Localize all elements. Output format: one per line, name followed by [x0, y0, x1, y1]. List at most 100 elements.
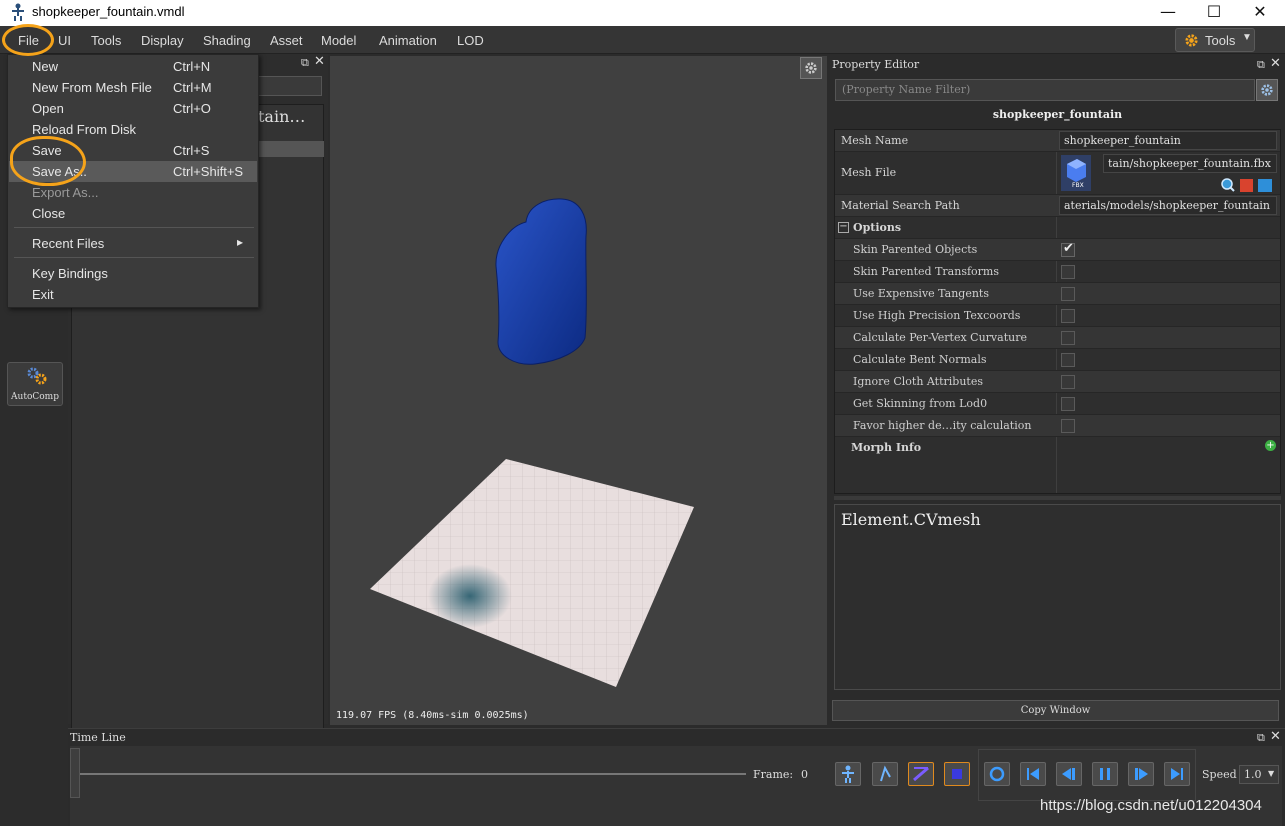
- object-name-title: shopkeeper_fountain: [992, 108, 1123, 121]
- menu-ui[interactable]: UI: [58, 33, 71, 48]
- go-to-start-button[interactable]: [1020, 762, 1046, 786]
- option-label: Skin Parented Objects: [853, 243, 978, 256]
- option-row: Use Expensive Tangents: [835, 283, 1280, 305]
- property-row-material-path: Material Search Path aterials/models/sho…: [835, 195, 1280, 217]
- menu-item-shortcut: Ctrl+S: [173, 143, 210, 158]
- float-icon[interactable]: ⧉: [1257, 731, 1265, 745]
- material-path-label: Material Search Path: [841, 199, 960, 212]
- menu-item-new[interactable]: New Ctrl+N: [9, 56, 257, 77]
- step-back-button[interactable]: [1056, 762, 1082, 786]
- menu-item-key-bindings[interactable]: Key Bindings: [9, 263, 257, 284]
- frame-label: Frame:: [753, 768, 794, 781]
- menu-separator: [14, 227, 254, 228]
- outliner-root-label[interactable]: tain…: [258, 107, 305, 126]
- splitter-handle[interactable]: [834, 496, 1281, 500]
- maximize-button[interactable]: ☐: [1191, 0, 1237, 26]
- outliner-selected-row[interactable]: [258, 141, 324, 157]
- float-icon[interactable]: ⧉: [301, 56, 309, 70]
- close-panel-icon[interactable]: ✕: [314, 54, 325, 69]
- property-filter-input[interactable]: (Property Name Filter): [835, 79, 1255, 101]
- menu-item-exit[interactable]: Exit: [9, 284, 257, 305]
- checkbox[interactable]: [1061, 331, 1075, 345]
- copy-window-button[interactable]: Copy Window: [832, 700, 1279, 721]
- menu-item-new-from-mesh[interactable]: New From Mesh File Ctrl+M: [9, 77, 257, 98]
- step-forward-button[interactable]: [1128, 762, 1154, 786]
- step-forward-icon: [1135, 768, 1148, 780]
- checkbox[interactable]: [1061, 309, 1075, 323]
- outliner-filter[interactable]: [256, 76, 322, 96]
- menu-tools[interactable]: Tools: [91, 33, 121, 48]
- 3d-viewport[interactable]: 119.07 FPS (8.40ms-sim 0.0025ms): [330, 56, 827, 725]
- options-group-header[interactable]: − Options: [835, 217, 1280, 239]
- menu-model[interactable]: Model: [321, 33, 356, 48]
- menu-item-shortcut: Ctrl+O: [173, 101, 211, 116]
- option-row: Favor higher de…ity calculation: [835, 415, 1280, 437]
- menu-lod[interactable]: LOD: [457, 33, 484, 48]
- menu-animation[interactable]: Animation: [379, 33, 437, 48]
- loop-icon: [989, 766, 1005, 782]
- menu-item-close[interactable]: Close: [9, 203, 257, 224]
- mesh-file-field[interactable]: tain/shopkeeper_fountain.fbx: [1103, 154, 1277, 173]
- checkbox[interactable]: [1061, 287, 1075, 301]
- checkbox[interactable]: [1061, 265, 1075, 279]
- gear-icon: [1185, 34, 1198, 47]
- checkbox[interactable]: [1061, 419, 1075, 433]
- minimize-button[interactable]: —: [1145, 0, 1191, 26]
- property-grid: Mesh Name shopkeeper_fountain Mesh File …: [834, 129, 1281, 494]
- option-label: Use Expensive Tangents: [853, 287, 990, 300]
- collapse-icon[interactable]: −: [838, 222, 849, 233]
- option-row: Get Skinning from Lod0: [835, 393, 1280, 415]
- go-to-end-button[interactable]: [1164, 762, 1190, 786]
- close-panel-icon[interactable]: ✕: [1270, 729, 1281, 744]
- motion-button[interactable]: [908, 762, 934, 786]
- pause-button[interactable]: [1092, 762, 1118, 786]
- speed-label: Speed: [1202, 768, 1237, 781]
- property-editor-panel: Property Editor ⧉ ✕ (Property Name Filte…: [830, 56, 1285, 726]
- menu-shading[interactable]: Shading: [203, 33, 251, 48]
- material-path-field[interactable]: aterials/models/shopkeeper_fountain: [1059, 196, 1277, 215]
- shadow-blob: [428, 564, 512, 628]
- menu-item-label: Close: [32, 206, 66, 221]
- menu-separator: [14, 257, 254, 258]
- menu-asset[interactable]: Asset: [270, 33, 303, 48]
- mesh-file-label: Mesh File: [841, 166, 897, 179]
- menu-display[interactable]: Display: [141, 33, 184, 48]
- autocomp-button[interactable]: AutoComp: [7, 362, 63, 406]
- option-label: Use High Precision Texcoords: [853, 309, 1021, 322]
- skip-back-icon: [1027, 768, 1039, 780]
- float-icon[interactable]: ⧉: [1257, 58, 1265, 72]
- checkbox[interactable]: [1061, 397, 1075, 411]
- close-button[interactable]: ✕: [1237, 0, 1283, 26]
- remove-icon: [1240, 179, 1253, 192]
- menu-item-recent-files[interactable]: Recent Files ▸: [9, 233, 257, 254]
- timeline-slider[interactable]: [80, 773, 746, 775]
- record-button[interactable]: [944, 762, 970, 786]
- checkbox[interactable]: [1061, 353, 1075, 367]
- skeleton-view-button[interactable]: [835, 762, 861, 786]
- search-icon: [1221, 178, 1235, 192]
- person-icon: [842, 765, 854, 783]
- gear-icon: [1261, 84, 1273, 96]
- property-editor-title: Property Editor: [832, 58, 920, 71]
- morph-info-label: Morph Info: [851, 441, 922, 454]
- open-icon: [1258, 179, 1272, 192]
- mesh-name-field[interactable]: shopkeeper_fountain: [1059, 131, 1277, 150]
- checkbox[interactable]: [1061, 375, 1075, 389]
- timeline-scrubber[interactable]: [70, 748, 80, 798]
- pause-icon: [1100, 768, 1110, 780]
- filter-settings-button[interactable]: [1256, 79, 1278, 101]
- loop-button[interactable]: [984, 762, 1010, 786]
- close-panel-icon[interactable]: ✕: [1270, 56, 1281, 71]
- fps-readout: 119.07 FPS (8.40ms-sim 0.0025ms): [336, 710, 529, 721]
- gears-icon: [27, 367, 47, 385]
- bone-view-button[interactable]: [872, 762, 898, 786]
- chevron-down-icon: ▼: [1242, 32, 1252, 43]
- fbx-tag: FBX: [1072, 182, 1084, 189]
- tools-dropdown-button[interactable]: Tools ▼: [1175, 28, 1255, 52]
- checkbox-checked[interactable]: ✔: [1061, 241, 1075, 257]
- option-row: Calculate Per-Vertex Curvature: [835, 327, 1280, 349]
- add-icon[interactable]: +: [1265, 440, 1276, 451]
- title-bar: shopkeeper_fountain.vmdl — ☐ ✕: [0, 0, 1285, 26]
- speed-select[interactable]: 1.0 ▼: [1239, 765, 1279, 784]
- menu-item-open[interactable]: Open Ctrl+O: [9, 98, 257, 119]
